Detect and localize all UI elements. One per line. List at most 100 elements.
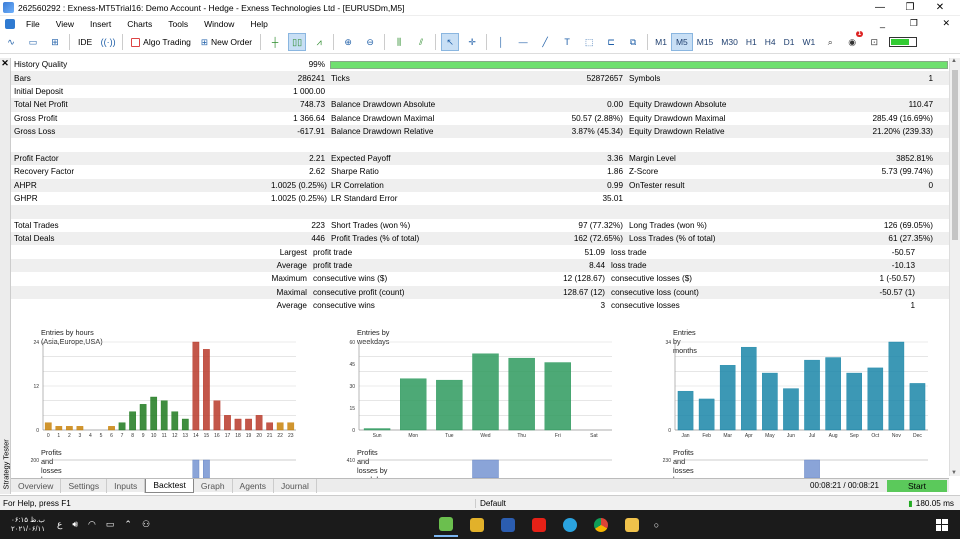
volume-icon[interactable]: 🔊︎ bbox=[72, 519, 78, 530]
tab-agents[interactable]: Agents bbox=[233, 478, 275, 493]
tester-side-strip: ✕ Strategy Tester bbox=[0, 58, 11, 494]
taskbar-chrome-icon[interactable] bbox=[589, 513, 613, 537]
pl-bar bbox=[804, 459, 820, 478]
tf-m15[interactable]: M15 bbox=[693, 33, 718, 51]
report-cell: Recovery Factor bbox=[14, 167, 75, 177]
tab-inputs[interactable]: Inputs bbox=[107, 478, 146, 493]
status-help: For Help, press F1 bbox=[0, 498, 476, 508]
close-button[interactable]: ✕ bbox=[930, 2, 950, 13]
bar bbox=[76, 426, 84, 431]
menu-help[interactable]: Help bbox=[242, 19, 275, 29]
shapes-icon[interactable]: ⧉ bbox=[624, 33, 642, 51]
channel-icon[interactable]: ⊏ bbox=[602, 33, 620, 51]
report-row: Average profit trade 8.44 loss trade -10.13 bbox=[11, 258, 949, 273]
menu-insert[interactable]: Insert bbox=[82, 19, 119, 29]
cursor-icon[interactable]: ↖ bbox=[441, 33, 460, 51]
x-tick-label: 4 bbox=[89, 433, 92, 439]
menu-view[interactable]: View bbox=[48, 19, 82, 29]
new-order-button[interactable]: ⊞ New Order bbox=[198, 33, 255, 51]
templates-icon[interactable]: ▭ bbox=[24, 33, 42, 51]
start-menu-icon[interactable] bbox=[935, 518, 948, 531]
tab-overview[interactable]: Overview bbox=[11, 478, 62, 493]
scroll-up-icon[interactable]: ▲ bbox=[951, 58, 957, 64]
bar-chart-icon[interactable]: ┼ bbox=[266, 33, 284, 51]
report-cell: 1 bbox=[928, 73, 933, 83]
tab-graph[interactable]: Graph bbox=[194, 478, 233, 493]
autoscroll-icon[interactable]: ⫽ bbox=[412, 33, 430, 51]
child-minimize-button[interactable]: _ bbox=[880, 18, 885, 29]
zoom-out-icon[interactable]: ⊖ bbox=[361, 33, 379, 51]
tf-h1[interactable]: H1 bbox=[742, 33, 761, 51]
line-chart-icon[interactable]: ⩘ bbox=[310, 33, 328, 51]
profiles-icon[interactable]: ⊞ bbox=[46, 33, 64, 51]
notifications-icon[interactable]: ◉ 1 bbox=[843, 31, 864, 51]
restore-button[interactable]: ❐ bbox=[900, 2, 920, 13]
taskbar-youtube-icon[interactable] bbox=[527, 513, 551, 537]
close-tester-icon[interactable]: ✕ bbox=[0, 58, 10, 69]
notification-count: 1 bbox=[855, 31, 864, 37]
tf-d1[interactable]: D1 bbox=[780, 33, 799, 51]
rectangle-icon[interactable]: ⬚ bbox=[580, 33, 598, 51]
taskbar-mt5-icon[interactable] bbox=[433, 513, 458, 537]
start-button[interactable]: Start bbox=[887, 479, 947, 492]
menu-charts[interactable]: Charts bbox=[119, 19, 160, 29]
text-icon[interactable]: T bbox=[558, 33, 576, 51]
language-indicator[interactable]: ع bbox=[57, 519, 62, 530]
show-hidden-icons[interactable]: ⌃ bbox=[124, 519, 132, 530]
scroll-down-icon[interactable]: ▼ bbox=[951, 470, 957, 476]
tab-journal[interactable]: Journal bbox=[274, 478, 317, 493]
x-tick-label: 9 bbox=[142, 433, 145, 439]
child-restore-button[interactable]: ❐ bbox=[910, 18, 918, 29]
menu-tools[interactable]: Tools bbox=[160, 19, 196, 29]
tab-settings[interactable]: Settings bbox=[61, 478, 108, 493]
tf-w1[interactable]: W1 bbox=[798, 33, 819, 51]
x-tick-label: Sep bbox=[850, 433, 859, 439]
x-tick-label: 1 bbox=[57, 433, 60, 439]
crosshair-icon[interactable]: ✛ bbox=[463, 33, 481, 51]
candlestick-icon[interactable]: ▯▯ bbox=[288, 33, 307, 51]
wifi-icon[interactable]: ◠ bbox=[88, 519, 96, 530]
bar bbox=[150, 396, 158, 431]
report-row bbox=[11, 138, 949, 151]
tf-h4[interactable]: H4 bbox=[761, 33, 780, 51]
horizontal-line-icon[interactable]: — bbox=[514, 33, 532, 51]
bar bbox=[909, 383, 926, 431]
ide-button[interactable]: IDE bbox=[75, 33, 95, 51]
algo-trading-button[interactable]: Algo Trading bbox=[128, 33, 194, 51]
tf-m30[interactable]: M30 bbox=[717, 33, 742, 51]
y-tick-label: 30 bbox=[349, 384, 355, 390]
report-cell: 1.0025 (0.25%) bbox=[271, 180, 327, 190]
taskbar-telegram-icon[interactable] bbox=[558, 513, 582, 537]
taskbar-app-blue-icon[interactable] bbox=[496, 513, 520, 537]
report-scrollbar[interactable]: ▲ ▼ bbox=[949, 58, 960, 476]
signal-icon[interactable]: ((·)) bbox=[99, 33, 117, 51]
search-icon[interactable]: ⌕ bbox=[821, 33, 839, 51]
scrollbar-thumb[interactable] bbox=[952, 70, 958, 240]
child-close-button[interactable]: ✕ bbox=[942, 18, 950, 29]
x-tick-label: 22 bbox=[277, 433, 283, 439]
minimize-button[interactable]: — bbox=[870, 2, 890, 13]
menu-window[interactable]: Window bbox=[196, 19, 242, 29]
tile-windows-icon[interactable]: ⫼ bbox=[390, 33, 408, 51]
vertical-line-icon[interactable]: │ bbox=[492, 33, 510, 51]
bar bbox=[287, 422, 295, 431]
menu-file[interactable]: File bbox=[18, 19, 48, 29]
taskbar-clock[interactable]: ۰۶:۱۵ ب.ظ ۲۰۲۱/۰۶/۱۱ bbox=[0, 516, 52, 534]
taskbar-app-yellow-icon[interactable] bbox=[465, 513, 489, 537]
bar bbox=[160, 400, 168, 431]
bar bbox=[698, 398, 715, 431]
taskbar-search-icon[interactable]: ○ bbox=[654, 520, 659, 530]
x-tick-label: 23 bbox=[288, 433, 294, 439]
trend-line-icon[interactable]: ╱ bbox=[536, 33, 554, 51]
zoom-in-icon[interactable]: ⊕ bbox=[339, 33, 357, 51]
taskbar-explorer-icon[interactable] bbox=[620, 513, 644, 537]
tab-backtest[interactable]: Backtest bbox=[145, 478, 194, 493]
people-icon[interactable]: ⚇ bbox=[142, 519, 150, 530]
tf-m1[interactable]: M1 bbox=[651, 33, 671, 51]
report-cell: 5.73 (99.74%) bbox=[881, 167, 933, 177]
chart-line-icon[interactable]: ∿ bbox=[2, 33, 20, 51]
tf-m5[interactable]: M5 bbox=[670, 33, 693, 51]
battery-icon[interactable]: ▭ bbox=[106, 519, 115, 530]
x-tick-label: Feb bbox=[702, 433, 711, 439]
lock-icon[interactable]: ⊡ bbox=[865, 33, 883, 51]
